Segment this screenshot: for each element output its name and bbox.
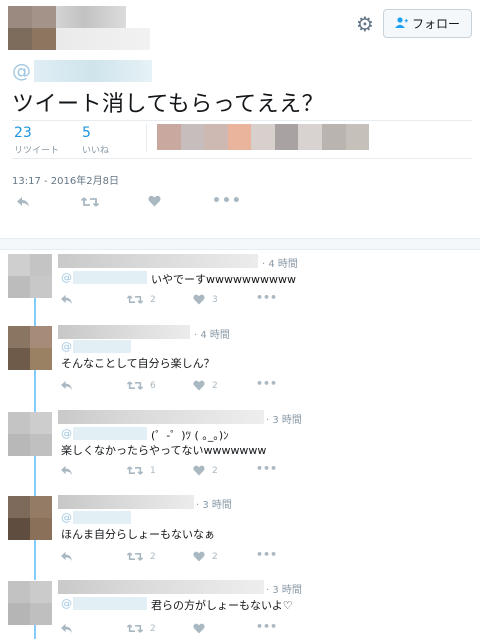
- retweet-count[interactable]: 23: [14, 125, 32, 141]
- reply-retweet-count: 2: [150, 624, 156, 634]
- more-icon[interactable]: •••: [256, 620, 277, 633]
- author-avatar[interactable]: [8, 6, 56, 50]
- thread-line: [34, 370, 36, 412]
- thread-line: [34, 625, 36, 639]
- reply-avatar[interactable]: [8, 412, 52, 456]
- gear-icon[interactable]: ⚙: [354, 13, 376, 35]
- reply-avatar[interactable]: [8, 254, 52, 298]
- follow-button[interactable]: フォロー: [383, 9, 472, 38]
- reply-icon[interactable]: [60, 379, 73, 395]
- retweet-icon[interactable]: [126, 622, 144, 638]
- reply-mention-at[interactable]: @: [61, 427, 72, 440]
- reply-icon[interactable]: [60, 550, 73, 566]
- divider: [12, 158, 472, 159]
- stat-divider: [146, 124, 147, 152]
- author-name-redacted[interactable]: [56, 6, 126, 28]
- liker-avatars-redacted[interactable]: [157, 124, 370, 150]
- more-icon[interactable]: •••: [256, 291, 277, 304]
- reply-name-redacted[interactable]: [58, 325, 190, 339]
- reply-text-emoticon: (゜-゜)ﾂ ( ｡_｡)ﾝ: [151, 429, 229, 442]
- reply-mention-at[interactable]: @: [61, 271, 72, 284]
- more-icon[interactable]: •••: [256, 377, 277, 390]
- reply-name-redacted[interactable]: [58, 580, 264, 594]
- follow-label: フォロー: [411, 17, 460, 31]
- reply-mention-at[interactable]: @: [61, 340, 72, 353]
- more-icon[interactable]: •••: [256, 462, 277, 475]
- author-handle-redacted[interactable]: [34, 60, 152, 82]
- reply-name-redacted[interactable]: [58, 410, 264, 424]
- thread-line: [34, 540, 36, 580]
- reply-like-count: 2: [212, 466, 218, 476]
- reply-mention-redacted[interactable]: [73, 511, 131, 524]
- heart-icon[interactable]: [193, 550, 205, 566]
- person-plus-icon: [394, 16, 408, 31]
- like-label[interactable]: いいね: [82, 143, 109, 156]
- retweet-label[interactable]: リツイート: [14, 143, 59, 156]
- more-icon[interactable]: •••: [212, 193, 242, 209]
- divider: [12, 120, 472, 121]
- heart-icon[interactable]: [193, 293, 205, 309]
- reply-icon[interactable]: [60, 464, 73, 480]
- reply-mention-at[interactable]: @: [61, 511, 72, 524]
- heart-icon[interactable]: [193, 464, 205, 480]
- section-separator: [0, 238, 480, 250]
- reply-like-count: 3: [212, 295, 218, 305]
- tweet-timestamp[interactable]: 13:17 - 2016年2月8日: [12, 172, 119, 187]
- heart-icon[interactable]: [148, 195, 161, 211]
- reply-mention-at[interactable]: @: [61, 597, 72, 610]
- reply-text: 君らの方がしょーもないよ♡: [151, 599, 293, 612]
- reply-name-redacted[interactable]: [58, 254, 258, 268]
- reply-icon[interactable]: [60, 622, 73, 638]
- heart-icon[interactable]: [193, 379, 205, 395]
- thread-line: [34, 298, 36, 326]
- reply-text: 楽しくなかったらやってないwwwwwww: [61, 444, 267, 457]
- reply-time[interactable]: · 3 時間: [266, 581, 302, 596]
- reply-time[interactable]: · 3 時間: [266, 411, 302, 426]
- reply-retweet-count: 2: [150, 295, 156, 305]
- retweet-icon[interactable]: [126, 293, 144, 309]
- reply-time[interactable]: · 4 時間: [194, 326, 230, 341]
- reply-mention-redacted[interactable]: [73, 340, 131, 353]
- reply-avatar[interactable]: [8, 581, 52, 625]
- reply-retweet-count: 1: [150, 466, 156, 476]
- reply-like-count: 2: [212, 552, 218, 562]
- retweet-icon[interactable]: [126, 379, 144, 395]
- more-icon[interactable]: •••: [256, 548, 277, 561]
- reply-text: いやでーすwwwwwwwwww: [151, 273, 296, 286]
- reply-name-redacted[interactable]: [58, 495, 194, 509]
- reply-time[interactable]: · 4 時間: [262, 255, 298, 270]
- reply-time[interactable]: · 3 時間: [196, 496, 232, 511]
- reply-icon[interactable]: [60, 293, 73, 309]
- heart-icon[interactable]: [193, 622, 205, 638]
- like-count[interactable]: 5: [82, 125, 91, 141]
- reply-like-count: 2: [212, 381, 218, 391]
- thread-line: [34, 456, 36, 496]
- reply-mention-redacted[interactable]: [73, 597, 147, 610]
- handle-at: @: [12, 60, 31, 82]
- reply-retweet-count: 6: [150, 381, 156, 391]
- reply-mention-redacted[interactable]: [73, 427, 147, 440]
- reply-text: そんなことして自分ら楽しん？: [61, 357, 215, 370]
- reply-avatar[interactable]: [8, 326, 52, 370]
- retweet-icon[interactable]: [126, 550, 144, 566]
- reply-avatar[interactable]: [8, 496, 52, 540]
- reply-icon[interactable]: [16, 196, 30, 212]
- retweet-icon[interactable]: [80, 196, 100, 212]
- author-name-redacted-2: [56, 28, 150, 50]
- reply-retweet-count: 2: [150, 552, 156, 562]
- tweet-text: ツイート消してもらってええ？: [12, 92, 325, 117]
- reply-text: ほんま自分らしょーもないなぁ: [61, 528, 215, 541]
- reply-mention-redacted[interactable]: [73, 271, 147, 284]
- retweet-icon[interactable]: [126, 464, 144, 480]
